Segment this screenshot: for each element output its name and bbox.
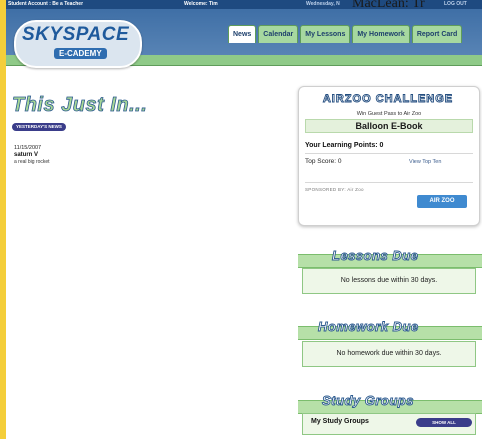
- homework-due-message: No homework due within 30 days.: [336, 350, 442, 357]
- divider: [305, 153, 473, 154]
- news-item-subtitle: a real big rocket: [14, 159, 50, 165]
- tab-my-homework[interactable]: My Homework: [352, 25, 410, 43]
- my-study-groups-label: My Study Groups: [311, 418, 369, 425]
- lessons-due-box: No lessons due within 30 days.: [302, 268, 476, 294]
- learning-points: Your Learning Points: 0: [305, 142, 384, 149]
- account-text[interactable]: Student Account : Be a Teacher: [8, 0, 83, 9]
- yesterdays-news-button[interactable]: YESTERDAY'S NEWS: [12, 123, 66, 131]
- top-score: Top Score: 0: [305, 158, 342, 165]
- study-groups-title: Study Groups: [322, 393, 414, 409]
- welcome-text: Welcome: Tim: [184, 1, 218, 7]
- homework-due-title: Homework Due: [318, 319, 419, 335]
- airzoo-challenge-card: AIRZOO CHALLENGE Win Guest Pass to Air Z…: [298, 86, 480, 226]
- logout-link[interactable]: LOG OUT: [444, 0, 467, 9]
- logo-text: SKYSPACE: [22, 24, 130, 45]
- nav-tabs: News Calendar My Lessons My Homework Report …: [228, 23, 464, 43]
- news-item-headline[interactable]: saturn V: [14, 152, 38, 158]
- tab-my-lessons[interactable]: My Lessons: [300, 25, 351, 43]
- airzoo-book: Balloon E-Book: [305, 119, 473, 133]
- divider: [305, 182, 473, 183]
- skyspace-logo[interactable]: SKYSPACE E-CADEMY: [14, 20, 142, 68]
- tab-news[interactable]: News: [228, 25, 257, 43]
- show-all-button[interactable]: SHOW ALL: [416, 418, 472, 427]
- airzoo-title: AIRZOO CHALLENGE: [322, 93, 454, 106]
- tab-calendar[interactable]: Calendar: [258, 25, 299, 43]
- air-zoo-button[interactable]: AIR ZOO: [417, 195, 467, 208]
- lessons-due-title: Lessons Due: [332, 248, 419, 264]
- logo-subtext: E-CADEMY: [54, 48, 107, 59]
- news-title: This Just In...: [12, 94, 148, 117]
- sponsor-text: SPONSORED BY: Air Zoo: [305, 187, 364, 192]
- news-item-date: 11/15/2007: [14, 145, 42, 151]
- airzoo-win-text: Win Guest Pass to Air Zoo: [356, 111, 422, 117]
- view-top-ten-link[interactable]: View Top Ten: [409, 159, 441, 165]
- date-text: Wednesday, N: [306, 1, 340, 7]
- homework-due-box: No homework due within 30 days.: [302, 341, 476, 367]
- tab-report-card[interactable]: Report Card: [411, 25, 463, 43]
- lessons-due-message: No lessons due within 30 days.: [340, 277, 438, 284]
- app-window: Student Account : Be a Teacher Welcome: …: [6, 0, 482, 439]
